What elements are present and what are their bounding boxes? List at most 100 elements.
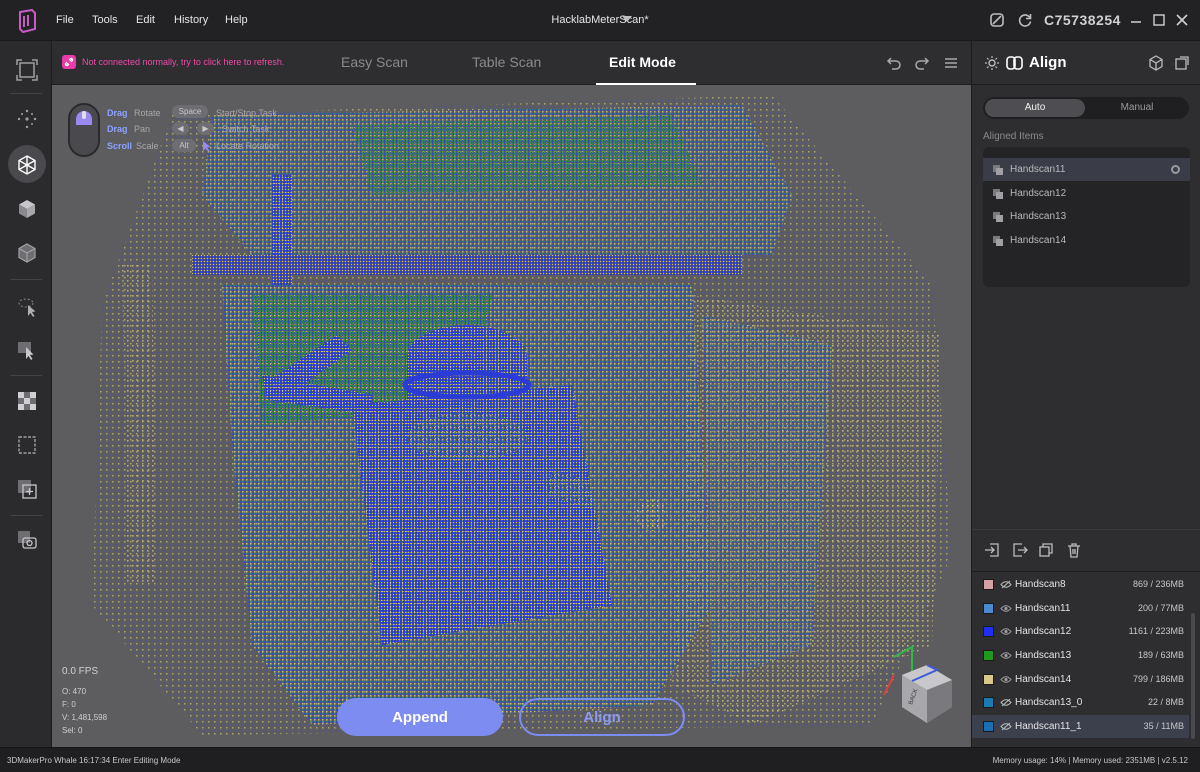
solid-cube-icon	[19, 200, 35, 218]
rect-select-icon	[18, 342, 34, 360]
export-icon[interactable]	[1174, 55, 1190, 71]
point-cloud-button[interactable]	[13, 105, 41, 133]
status-message: 3DMakerPro Whale 16:17:34 Enter Editing …	[7, 756, 181, 765]
close-icon[interactable]	[1174, 12, 1190, 28]
cursor-icon	[203, 141, 211, 152]
tab-edit-mode[interactable]: Edit Mode	[609, 54, 676, 70]
scan-name: Handscan8	[1015, 579, 1066, 590]
alt-key-chip: Alt	[172, 139, 196, 152]
wireframe-button[interactable]	[13, 151, 41, 179]
checker-button[interactable]	[13, 387, 41, 415]
fps-counter: 0.0 FPS	[62, 666, 99, 677]
toolbar-divider	[10, 515, 42, 516]
hint-scroll-key: Scroll	[107, 141, 133, 151]
connection-warning[interactable]: Not connected normally, try to click her…	[62, 55, 284, 69]
eye-hidden-icon[interactable]	[1000, 580, 1012, 589]
maximize-icon[interactable]	[1151, 12, 1167, 28]
scan-name: Handscan11_1	[1015, 721, 1082, 732]
append-button[interactable]: Append	[337, 698, 503, 736]
layer-icon	[993, 212, 1003, 222]
aligned-item[interactable]: Handscan14	[983, 229, 1190, 252]
scan-row[interactable]: Handscan8 869 / 236MB	[972, 573, 1189, 596]
scan-row[interactable]: Handscan13_0 22 / 8MB	[972, 691, 1189, 714]
memory-usage: Memory usage: 14% | Memory used: 2351MB …	[992, 756, 1188, 765]
scan-row[interactable]: Handscan14 799 / 186MB	[972, 668, 1189, 691]
align-mode-toggle: Auto Manual	[983, 97, 1189, 119]
eye-hidden-icon[interactable]	[1000, 698, 1012, 707]
stat-selected: Sel: 0	[62, 726, 83, 735]
scan-name: Handscan12	[1015, 626, 1072, 637]
scan-size: 200 / 77MB	[1137, 603, 1184, 613]
link-broken-icon	[62, 55, 76, 69]
tab-table-scan[interactable]: Table Scan	[472, 54, 541, 70]
scan-color-swatch[interactable]	[983, 721, 994, 732]
scan-color-swatch[interactable]	[983, 603, 994, 614]
checkerboard-icon	[18, 392, 36, 410]
aligned-item-label: Handscan14	[1010, 235, 1067, 246]
scan-list-scrollbar[interactable]	[1191, 613, 1195, 739]
duplicate-icon[interactable]	[1038, 542, 1054, 558]
snapshot-button[interactable]	[13, 526, 41, 554]
tab-easy-scan[interactable]: Easy Scan	[341, 54, 408, 70]
auto-mode-button[interactable]: Auto	[985, 99, 1085, 117]
texture-view-button[interactable]	[13, 239, 41, 267]
mouse-icon	[68, 103, 100, 157]
scan-color-swatch[interactable]	[983, 650, 994, 661]
rect-select-button[interactable]	[13, 337, 41, 365]
navigation-cube[interactable]: BACK	[882, 645, 957, 735]
redo-icon[interactable]	[914, 55, 930, 71]
trash-icon[interactable]	[1066, 542, 1082, 558]
eye-icon[interactable]	[1000, 604, 1012, 613]
menu-icon[interactable]	[943, 55, 959, 71]
eye-icon[interactable]	[1000, 627, 1012, 636]
eye-icon[interactable]	[1000, 675, 1012, 684]
hint-scale: Scale	[136, 141, 159, 151]
aligned-item-label: Handscan13	[1010, 211, 1067, 222]
undo-icon[interactable]	[886, 55, 902, 71]
manual-mode-button[interactable]: Manual	[1087, 99, 1187, 117]
chevron-down-icon[interactable]	[622, 16, 632, 22]
lasso-select-button[interactable]	[13, 293, 41, 321]
title-bar: File Tools Edit History Help HacklabMete…	[0, 0, 1200, 41]
textured-cube-icon	[18, 243, 36, 263]
refresh-icon[interactable]	[1017, 12, 1033, 28]
scan-color-swatch[interactable]	[983, 674, 994, 685]
align-button[interactable]: Align	[519, 698, 685, 736]
scan-size: 189 / 63MB	[1137, 650, 1184, 660]
aligned-item[interactable]: Handscan11	[983, 158, 1190, 181]
hint-rotate: Rotate	[134, 108, 161, 118]
3d-viewport[interactable]: Drag Rotate Drag Pan Scroll Scale Space …	[52, 85, 971, 747]
solid-view-button[interactable]	[13, 195, 41, 223]
add-box-button[interactable]	[13, 475, 41, 503]
fit-view-button[interactable]	[13, 56, 41, 84]
aligned-item[interactable]: Handscan12	[983, 182, 1190, 205]
scan-color-swatch[interactable]	[983, 626, 994, 637]
mouse-hints: Drag Rotate Drag Pan Scroll Scale Space …	[68, 101, 298, 161]
layer-icon	[993, 165, 1003, 175]
scan-row[interactable]: Handscan11 200 / 77MB	[972, 597, 1189, 620]
space-key-chip: Space	[172, 105, 208, 118]
point-cloud-scan[interactable]	[52, 85, 971, 747]
toolbar-divider	[10, 375, 42, 376]
crop-box-button[interactable]	[13, 431, 41, 459]
cube-icon[interactable]	[1148, 55, 1164, 71]
sun-icon[interactable]	[984, 55, 1000, 71]
scan-row[interactable]: Handscan12 1161 / 223MB	[972, 620, 1189, 643]
align-panel: Align Auto Manual Aligned Items Handscan…	[971, 41, 1200, 747]
aligned-item[interactable]: Handscan13	[983, 205, 1190, 228]
minimize-icon[interactable]	[1128, 12, 1144, 28]
eye-icon[interactable]	[1000, 651, 1012, 660]
mode-bar: Not connected normally, try to click her…	[52, 41, 971, 85]
target-icon[interactable]	[1171, 165, 1180, 174]
scan-color-swatch[interactable]	[983, 579, 994, 590]
scan-color-swatch[interactable]	[983, 697, 994, 708]
panel-divider	[972, 529, 1200, 530]
import-icon[interactable]	[984, 542, 1000, 558]
scan-row[interactable]: Handscan11_1 35 / 11MB	[972, 715, 1189, 738]
hint-drag-key: Drag	[107, 124, 128, 134]
eraser-icon[interactable]	[989, 12, 1005, 28]
scan-row[interactable]: Handscan13 189 / 63MB	[972, 644, 1189, 667]
eye-hidden-icon[interactable]	[1000, 722, 1012, 731]
scan-size: 869 / 236MB	[1132, 579, 1184, 589]
export-file-icon[interactable]	[1012, 542, 1028, 558]
